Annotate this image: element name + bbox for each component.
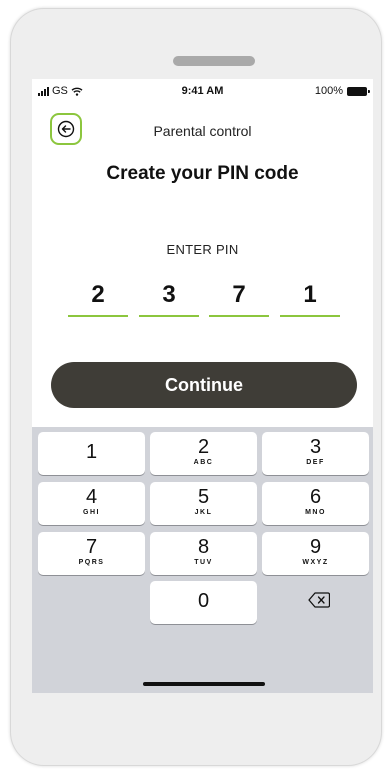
pin-digit-slot: 2 bbox=[68, 279, 128, 317]
key-8[interactable]: 8 TUV bbox=[150, 532, 257, 575]
pin-digit-slot: 3 bbox=[139, 279, 199, 317]
pin-digit: 1 bbox=[303, 281, 317, 308]
key-7[interactable]: 7 PQRS bbox=[38, 532, 145, 575]
key-5[interactable]: 5 JKL bbox=[150, 482, 257, 525]
key-number: 8 bbox=[197, 536, 210, 558]
key-9[interactable]: 9 WXYZ bbox=[262, 532, 369, 575]
pin-digit: 7 bbox=[232, 281, 246, 308]
key-letters: PQRS bbox=[78, 559, 105, 566]
continue-button[interactable]: Continue bbox=[51, 362, 357, 408]
pin-underline bbox=[68, 315, 128, 317]
main-heading: Create your PIN code bbox=[106, 163, 299, 184]
battery-icon bbox=[347, 86, 370, 96]
pin-digit-slot: 1 bbox=[280, 279, 340, 317]
key-letters: TUV bbox=[194, 559, 213, 566]
key-number: 3 bbox=[309, 436, 322, 458]
key-number: 4 bbox=[85, 486, 98, 508]
key-letters: GHI bbox=[83, 509, 100, 516]
status-bar: GS 9:41 AM 100% bbox=[32, 79, 373, 103]
key-number: 5 bbox=[197, 486, 210, 508]
key-number: 0 bbox=[197, 590, 210, 612]
key-letters: DEF bbox=[306, 459, 325, 466]
key-4[interactable]: 4 GHI bbox=[38, 482, 145, 525]
status-right: 100% bbox=[314, 85, 370, 97]
key-letters: JKL bbox=[194, 509, 213, 516]
key-number: 2 bbox=[197, 436, 210, 458]
key-6[interactable]: 6 MNO bbox=[262, 482, 369, 525]
key-2[interactable]: 2 ABC bbox=[150, 432, 257, 475]
pin-label: ENTER PIN bbox=[166, 242, 239, 257]
key-number: 6 bbox=[309, 486, 322, 508]
key-letters: MNO bbox=[305, 509, 326, 516]
speaker-grill bbox=[173, 56, 255, 66]
battery-percent: 100% bbox=[314, 85, 343, 97]
page-title: Parental control bbox=[153, 123, 252, 139]
pin-underline bbox=[280, 315, 340, 317]
phone-screen: GS 9:41 AM 100% Parental control Create … bbox=[32, 79, 373, 693]
key-letters: WXYZ bbox=[302, 559, 329, 566]
pin-underline bbox=[209, 315, 269, 317]
pin-digit: 2 bbox=[91, 281, 105, 308]
home-indicator bbox=[143, 682, 265, 686]
key-0[interactable]: 0 bbox=[150, 581, 257, 624]
key-letters: ABC bbox=[193, 459, 214, 466]
pin-digit: 3 bbox=[162, 281, 176, 308]
key-1[interactable]: 1 bbox=[38, 432, 145, 475]
key-3[interactable]: 3 DEF bbox=[262, 432, 369, 475]
numeric-keypad: 1 2 ABC 3 DEF 4 GHI 5 JKL 6 MNO 7 PQRS 8… bbox=[32, 427, 373, 693]
key-number: 7 bbox=[85, 536, 98, 558]
pin-digit-slot: 7 bbox=[209, 279, 269, 317]
backspace-icon[interactable] bbox=[308, 592, 330, 608]
key-number: 1 bbox=[85, 441, 98, 463]
pin-underline bbox=[139, 315, 199, 317]
key-number: 9 bbox=[309, 536, 322, 558]
pin-input[interactable]: 2 3 7 1 bbox=[68, 279, 340, 319]
